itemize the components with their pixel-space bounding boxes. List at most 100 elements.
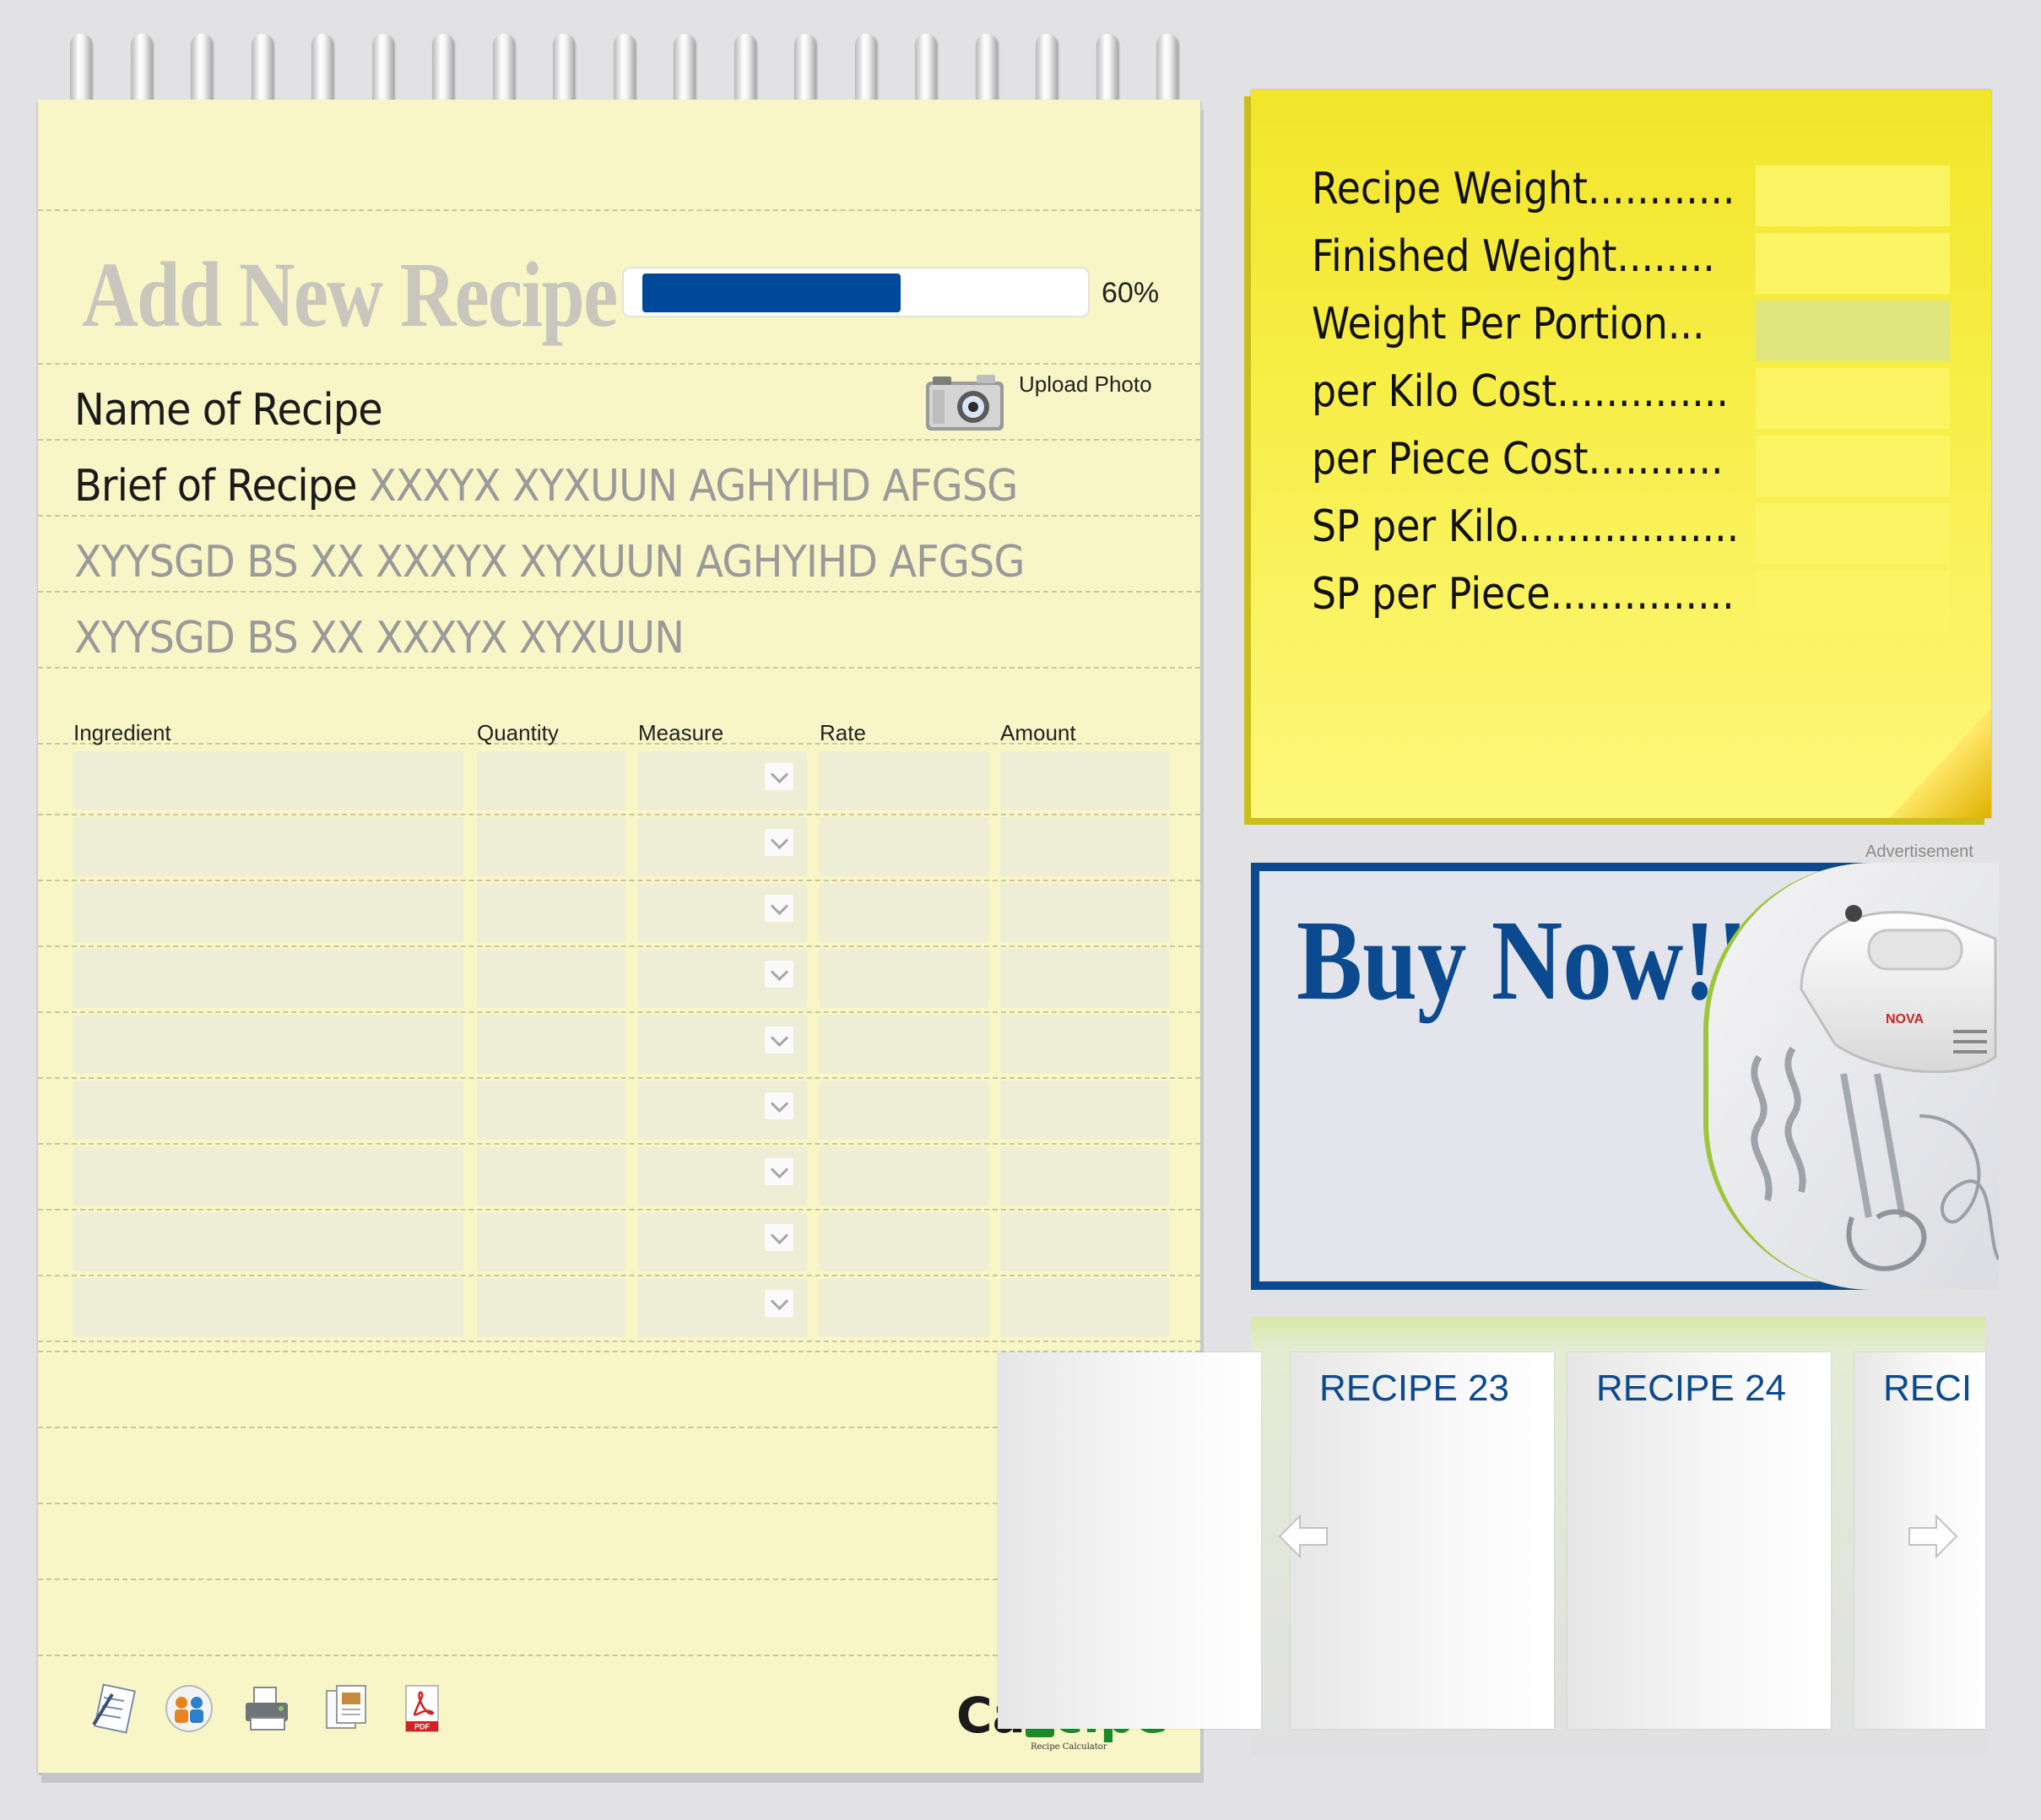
chevron-down-icon[interactable] <box>765 961 793 988</box>
document-icon[interactable] <box>320 1682 372 1735</box>
recipe-carousel: RECI RECIPE 24 RECIPE 23 <box>998 1317 1985 1756</box>
rule-line <box>38 209 1200 211</box>
hand-mixer-image: NOVA <box>1708 863 1999 1290</box>
summary-value-field[interactable] <box>1756 301 1950 361</box>
recipe-brief-label: Brief of Recipe <box>74 461 358 512</box>
summary-label: per Kilo Cost.............. <box>1312 366 1729 417</box>
ad-product-image: NOVA <box>1703 863 1999 1290</box>
ingredient-input[interactable] <box>73 1081 463 1140</box>
quantity-input[interactable] <box>477 751 625 810</box>
quantity-input[interactable] <box>477 1212 625 1271</box>
rate-input[interactable] <box>820 1278 988 1337</box>
summary-label: per Piece Cost........... <box>1312 434 1724 485</box>
ingredient-input[interactable] <box>73 1146 463 1205</box>
column-header-rate: Rate <box>820 720 866 745</box>
summary-label: SP per Kilo.................. <box>1312 501 1740 552</box>
amount-input[interactable] <box>1000 1278 1169 1337</box>
summary-value-field[interactable] <box>1756 165 1950 226</box>
arrow-right-icon[interactable] <box>1906 1509 1960 1563</box>
summary-label: Weight Per Portion... <box>1312 299 1705 349</box>
recipe-card-title: RECI <box>1883 1368 1973 1409</box>
rule-line <box>38 1341 1200 1342</box>
chevron-down-icon[interactable] <box>765 1158 793 1185</box>
quantity-input[interactable] <box>477 1146 625 1205</box>
progress-bar <box>622 267 1090 317</box>
chevron-down-icon[interactable] <box>765 1290 793 1317</box>
ingredient-input[interactable] <box>73 883 463 942</box>
quantity-input[interactable] <box>477 1278 625 1337</box>
rate-input[interactable] <box>820 1081 988 1140</box>
rate-input[interactable] <box>820 817 988 876</box>
amount-input[interactable] <box>1000 1212 1169 1271</box>
ad-brand-text: NOVA <box>1886 1012 1924 1026</box>
rate-input[interactable] <box>820 949 988 1008</box>
summary-value-field[interactable] <box>1756 368 1950 429</box>
brief-text-line: XXXYX XYXUUN AGHYIHD AFGSG <box>368 461 1018 512</box>
amount-input[interactable] <box>1000 1146 1169 1205</box>
rate-input[interactable] <box>820 1212 988 1271</box>
page-curl <box>1890 708 1991 818</box>
recipe-name-field[interactable]: Name of Recipe <box>74 385 383 436</box>
chevron-down-icon[interactable] <box>765 895 793 922</box>
rule-line <box>38 945 1200 947</box>
pdf-icon[interactable]: PDF <box>396 1682 448 1735</box>
progress-fill <box>642 274 901 312</box>
ingredient-input[interactable] <box>73 1212 463 1271</box>
printer-icon[interactable] <box>241 1682 293 1735</box>
page-title: Add New Recipe <box>82 243 618 346</box>
rate-input[interactable] <box>820 883 988 942</box>
quantity-input[interactable] <box>477 883 625 942</box>
rate-input[interactable] <box>820 751 988 810</box>
camera-icon[interactable] <box>924 371 1007 432</box>
recipe-card-title: RECIPE 23 <box>1319 1368 1509 1409</box>
amount-input[interactable] <box>1000 751 1169 810</box>
amount-input[interactable] <box>1000 883 1169 942</box>
rule-line <box>38 1143 1200 1145</box>
recipe-card-partial[interactable] <box>998 1352 1261 1729</box>
advertisement-banner[interactable]: Buy Now!! NOVA <box>1251 863 1999 1290</box>
rule-line <box>38 363 1200 365</box>
summary-value-field[interactable] <box>1756 571 1950 631</box>
ingredient-input[interactable] <box>73 751 463 810</box>
chevron-down-icon[interactable] <box>765 1026 793 1054</box>
summary-label: Recipe Weight............ <box>1312 164 1735 214</box>
brief-text-line[interactable]: XYYSGD BS XX XXXYX XYXUUN <box>74 613 685 664</box>
rate-input[interactable] <box>820 1146 988 1205</box>
quantity-input[interactable] <box>477 817 625 876</box>
arrow-left-icon[interactable] <box>1276 1509 1330 1563</box>
chevron-down-icon[interactable] <box>765 1224 793 1251</box>
rate-input[interactable] <box>820 1015 988 1074</box>
advertisement-label: Advertisement <box>1865 842 1973 861</box>
recipe-card[interactable]: RECIPE 24 <box>1567 1352 1831 1729</box>
amount-input[interactable] <box>1000 817 1169 876</box>
share-icon[interactable] <box>163 1682 215 1735</box>
amount-input[interactable] <box>1000 1015 1169 1074</box>
quantity-input[interactable] <box>477 949 625 1008</box>
summary-value-field[interactable] <box>1756 503 1950 564</box>
rule-line <box>38 515 1200 517</box>
notepad-icon[interactable] <box>87 1682 139 1735</box>
column-header-ingredient: Ingredient <box>73 720 171 745</box>
brief-text-line[interactable]: XYYSGD BS XX XXXYX XYXUUN AGHYIHD AFGSG <box>74 537 1025 588</box>
svg-text:PDF: PDF <box>414 1723 430 1731</box>
summary-value-field[interactable] <box>1756 233 1950 294</box>
summary-value-field[interactable] <box>1756 436 1950 496</box>
chevron-down-icon[interactable] <box>765 1092 793 1119</box>
ingredient-input[interactable] <box>73 817 463 876</box>
rule-line <box>38 880 1200 881</box>
amount-input[interactable] <box>1000 1081 1169 1140</box>
amount-input[interactable] <box>1000 949 1169 1008</box>
quantity-input[interactable] <box>477 1015 625 1074</box>
upload-photo-link[interactable]: Upload Photo <box>1019 371 1152 398</box>
ad-headline: Buy Now!! <box>1297 897 1750 1024</box>
quantity-input[interactable] <box>477 1081 625 1140</box>
ingredient-input[interactable] <box>73 949 463 1008</box>
ingredient-input[interactable] <box>73 1278 463 1337</box>
chevron-down-icon[interactable] <box>765 763 793 790</box>
chevron-down-icon[interactable] <box>765 829 793 856</box>
rule-line <box>38 1011 1200 1013</box>
progress-text: 60% <box>1102 277 1160 309</box>
ingredient-input[interactable] <box>73 1015 463 1074</box>
rule-line <box>38 1209 1200 1211</box>
recipe-brief-field[interactable]: Brief of Recipe XXXYX XYXUUN AGHYIHD AFG… <box>74 461 1018 512</box>
